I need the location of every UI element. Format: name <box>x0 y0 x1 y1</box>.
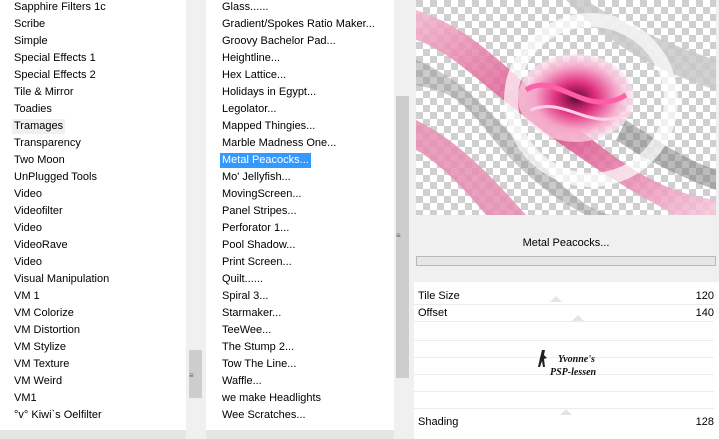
category-item[interactable]: UnPlugged Tools <box>12 170 99 185</box>
category-item[interactable]: Scribe <box>12 17 47 32</box>
category-item[interactable]: Video <box>12 221 44 236</box>
category-scrollbar[interactable]: ≡ <box>187 0 204 430</box>
preview-image <box>416 0 716 215</box>
filter-item[interactable]: Holidays in Egypt... <box>220 85 318 100</box>
category-item[interactable]: Tile & Mirror <box>12 85 75 100</box>
param-shading-label: Shading <box>418 416 459 428</box>
filter-item[interactable]: Waffle... <box>220 374 264 389</box>
category-item[interactable]: Transparency <box>12 136 83 151</box>
filter-list[interactable]: Glass...... Gradient/Spokes Ratio Maker..… <box>206 0 394 430</box>
param-tile-size[interactable]: Tile Size 120 <box>418 288 714 304</box>
filter-item[interactable]: Perforator 1... <box>220 221 291 236</box>
progress-bar <box>416 256 716 266</box>
filter-item[interactable]: Starmaker... <box>220 306 283 321</box>
filter-item[interactable]: Tow The Line... <box>220 357 298 372</box>
watermark-line2: PSP-lessen <box>550 367 597 378</box>
category-item[interactable]: Sapphire Filters 1c <box>12 0 108 15</box>
category-item[interactable]: VM Distortion <box>12 323 82 338</box>
shading-slider-handle[interactable] <box>560 409 572 415</box>
filter-scrollbar[interactable]: ≡ <box>394 0 411 378</box>
param-tile-size-value: 120 <box>695 290 714 302</box>
category-item[interactable]: °v° Kiwi`s Oelfilter <box>12 408 104 423</box>
filter-horizontal-scrollbar[interactable] <box>206 430 394 439</box>
preview-title: Metal Peacocks... <box>522 237 610 249</box>
slider-track-3[interactable] <box>414 340 714 341</box>
category-item[interactable]: Visual Manipulation <box>12 272 111 287</box>
filter-item[interactable]: Legolator... <box>220 102 278 117</box>
param-offset-value: 140 <box>695 307 714 319</box>
category-item[interactable]: VM Texture <box>12 357 71 372</box>
filter-item[interactable]: Gradient/Spokes Ratio Maker... <box>220 17 377 32</box>
watermark-line1: Yvonne's <box>558 354 595 365</box>
param-offset-label: Offset <box>418 307 448 319</box>
param-shading[interactable]: Shading 128 <box>418 414 714 430</box>
category-item[interactable]: Video <box>12 255 44 270</box>
filter-item[interactable]: we make Headlights <box>220 391 323 406</box>
category-item[interactable]: Special Effects 1 <box>12 51 98 66</box>
param-tile-size-label: Tile Size <box>418 290 460 302</box>
category-item[interactable]: VM 1 <box>12 289 42 304</box>
filter-item[interactable]: Quilt...... <box>220 272 265 287</box>
grip-lines-icon: ≡ <box>396 231 401 240</box>
filter-item[interactable]: Hex Lattice... <box>220 68 288 83</box>
filter-item[interactable]: Glass...... <box>220 0 270 15</box>
filter-item[interactable]: Marble Madness One... <box>220 136 338 151</box>
category-list[interactable]: Sapphire Filters 1c Scribe Simple Special E… <box>0 0 186 430</box>
watermark-logo: Yvonne's PSP-lessen <box>536 348 616 384</box>
category-item[interactable]: Videofilter <box>12 204 65 219</box>
category-horizontal-scrollbar[interactable] <box>0 430 186 439</box>
category-item[interactable]: Video <box>12 187 44 202</box>
category-item[interactable]: Two Moon <box>12 153 67 168</box>
tile-size-slider-handle[interactable] <box>550 296 562 302</box>
filter-item[interactable]: Heightline... <box>220 51 282 66</box>
filter-item[interactable]: Spiral 3... <box>220 289 270 304</box>
category-item[interactable]: VM Weird <box>12 374 64 389</box>
filter-preview <box>416 0 716 215</box>
filter-item[interactable]: TeeWee... <box>220 323 273 338</box>
param-offset[interactable]: Offset 140 <box>418 305 714 321</box>
category-item[interactable]: Special Effects 2 <box>12 68 98 83</box>
filter-item[interactable]: MovingScreen... <box>220 187 303 202</box>
filter-item[interactable]: The Stump 2... <box>220 340 296 355</box>
category-item[interactable]: VM Colorize <box>12 306 76 321</box>
filter-item[interactable]: Wee Scratches... <box>220 408 308 423</box>
filter-item[interactable]: Mapped Thingies... <box>220 119 317 134</box>
category-item[interactable]: Toadies <box>12 102 54 117</box>
filter-item[interactable]: Print Screen... <box>220 255 294 270</box>
category-item[interactable]: VM1 <box>12 391 39 406</box>
offset-slider-track[interactable] <box>414 321 714 322</box>
filter-item[interactable]: Pool Shadow... <box>220 238 297 253</box>
grip-lines-icon: ≡ <box>189 371 194 380</box>
category-item[interactable]: VM Stylize <box>12 340 68 355</box>
filter-item[interactable]: Groovy Bachelor Pad... <box>220 34 338 49</box>
category-item[interactable]: Tramages <box>12 119 66 134</box>
filter-item[interactable]: Metal Peacocks... <box>220 153 311 168</box>
slider-track-6[interactable] <box>414 391 714 392</box>
category-item[interactable]: VideoRave <box>12 238 70 253</box>
filter-item[interactable]: Mo' Jellyfish... <box>220 170 293 185</box>
offset-slider-handle[interactable] <box>572 315 584 321</box>
filter-item[interactable]: Panel Stripes... <box>220 204 299 219</box>
category-item[interactable]: Simple <box>12 34 50 49</box>
param-shading-value: 128 <box>695 416 714 428</box>
